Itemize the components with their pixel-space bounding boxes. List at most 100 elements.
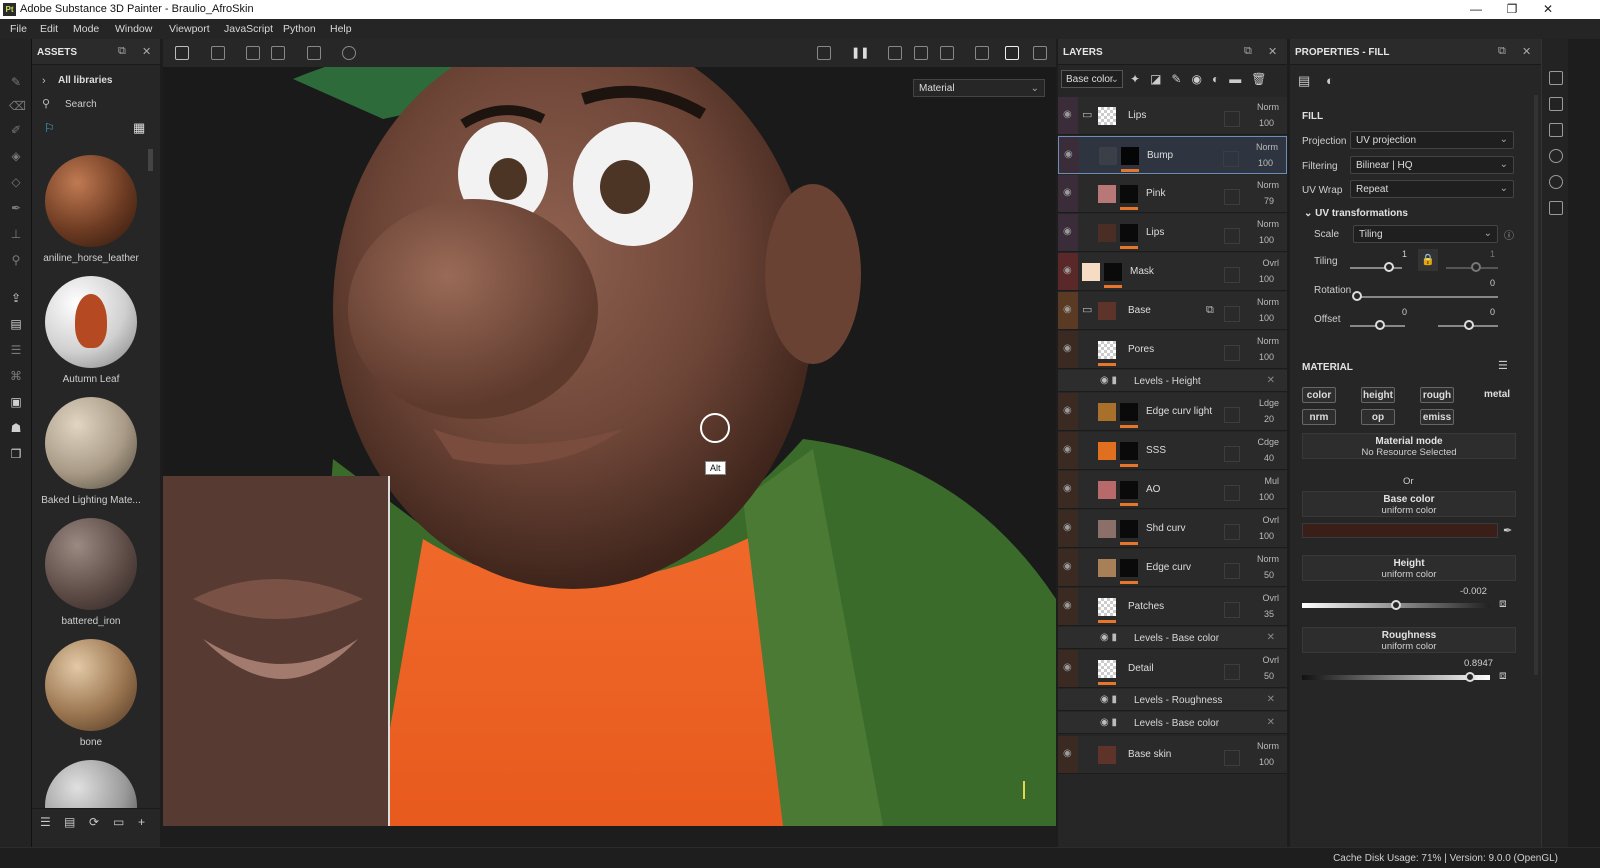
layer-opacity[interactable]: 100 [1259,118,1274,128]
channel-height-toggle[interactable]: height [1361,387,1395,403]
layer-opacity[interactable]: 100 [1258,158,1273,168]
roughness-card[interactable]: Roughness uniform color [1302,627,1516,653]
asset-item[interactable]: battered_iron [40,518,142,627]
grid-view-icon[interactable]: ▦ [133,120,145,136]
layer-mask-slot[interactable] [1224,485,1240,501]
undock-icon[interactable]: ⧉ [1498,45,1506,58]
export-icon[interactable]: ⇪ [9,291,23,305]
sort-icon[interactable]: ▤ [64,815,75,829]
layer-row[interactable]: ◉ Shd curv Ovrl 100 [1058,510,1287,548]
clone-icon[interactable]: ✒ [9,201,23,215]
blend-mode[interactable]: Ovrl [1263,655,1280,665]
eye-icon[interactable]: ◉ [1063,662,1072,673]
filter-icon[interactable]: ⚐ [44,121,55,135]
channel-select[interactable]: Base color ⌄ [1061,70,1123,88]
remove-effect-icon[interactable]: ✕ [1267,632,1275,643]
effect-row[interactable]: ◉ ▮ Levels - Height ✕ [1058,370,1287,392]
slider-knob[interactable] [1375,320,1385,330]
layer-row-selected[interactable]: ◉ Bump Norm 100 [1058,136,1287,174]
layer-mask-slot[interactable] [1224,563,1240,579]
blend-mode[interactable]: Norm [1257,297,1279,307]
tile-icon[interactable] [211,46,225,60]
asset-item[interactable]: aniline_horse_leather [40,155,142,264]
eraser-icon[interactable]: ⌫ [9,99,26,113]
fill-tab-icon[interactable]: ▤ [1298,73,1310,89]
grid-select-icon[interactable] [175,46,189,60]
rotation-slider[interactable] [1354,296,1498,298]
lock-icon[interactable]: ⌘ [9,369,23,383]
log-icon[interactable] [1549,201,1563,215]
chevron-right-icon[interactable]: › [42,75,46,87]
channel-nrm-toggle[interactable]: nrm [1302,409,1336,425]
layer-mask-slot[interactable] [1224,111,1240,127]
eye-icon[interactable]: ◉ [1063,748,1072,759]
menu-mode[interactable]: Mode [73,23,99,35]
menu-python[interactable]: Python [283,23,316,35]
smart-mask-icon[interactable]: ◐ [1212,72,1229,86]
eye-icon[interactable]: ◉ [1063,522,1072,533]
blend-mode[interactable]: Norm [1257,219,1279,229]
layer-opacity[interactable]: 100 [1259,492,1274,502]
blend-mode[interactable]: Norm [1257,102,1279,112]
close-panel-icon[interactable]: ✕ [1268,45,1277,58]
scrollbar[interactable] [1534,95,1538,675]
paint-layer-icon[interactable]: ✎ [1171,72,1191,86]
height-card[interactable]: Height uniform color [1302,555,1516,581]
layer-row[interactable]: ◉ Pink Norm 79 [1058,175,1287,213]
lock-icon[interactable]: 🔒 [1418,249,1438,271]
material-tab-icon[interactable]: ◐ [1326,73,1334,88]
material-mode-card[interactable]: Material mode No Resource Selected [1302,433,1516,459]
layer-mask-slot[interactable] [1224,664,1240,680]
folder-icon[interactable]: ▬ [1229,72,1251,86]
viewport[interactable]: Material ⌄ Alt [163,39,1056,826]
layer-row[interactable]: ◉ ▭ Lips Norm 100 [1058,97,1287,135]
instance-icon[interactable]: ⧉ [1206,304,1214,317]
projection-select[interactable]: UV projection ⌄ [1350,131,1514,149]
channel-metal-toggle[interactable]: metal [1479,387,1515,403]
texture-slot-icon[interactable]: ⧈ [1499,668,1507,683]
layer-row[interactable]: ◉ AO Mul 100 [1058,471,1287,509]
slider-knob[interactable] [1391,600,1401,610]
uvwrap-select[interactable]: Repeat ⌄ [1350,180,1514,198]
delete-icon[interactable]: 🗑 [1251,72,1276,86]
layer-row[interactable]: ◉ ▭ Base ⧉ Norm 100 [1058,292,1287,330]
add-icon[interactable]: + [138,815,145,829]
menu-window[interactable]: Window [115,23,152,35]
history-icon[interactable] [342,46,356,60]
eye-icon[interactable]: ◉ [1063,187,1072,198]
eye-icon[interactable]: ◉ [1063,405,1072,416]
layer-mask-slot[interactable] [1224,306,1240,322]
texture-set-settings-icon[interactable] [1549,97,1563,111]
blend-mode[interactable]: Norm [1256,142,1278,152]
tiling-slider-u[interactable] [1350,267,1402,269]
menu-edit[interactable]: Edit [40,23,58,35]
channel-rough-toggle[interactable]: rough [1420,387,1454,403]
remove-effect-icon[interactable]: ✕ [1267,375,1275,386]
history-icon[interactable] [1549,175,1563,189]
shader-icon[interactable] [1549,149,1563,163]
list-settings-icon[interactable]: ☰ [40,815,51,829]
search-input[interactable]: Search [65,99,97,110]
camera-icon[interactable] [940,46,954,60]
layer-row[interactable]: ◉ Lips Norm 100 [1058,214,1287,252]
layer-opacity[interactable]: 40 [1264,453,1274,463]
view-2d-icon[interactable] [888,46,902,60]
screenshot-icon[interactable] [1033,46,1047,60]
effect-row[interactable]: ◉ ▮ Levels - Base color ✕ [1058,712,1287,734]
eye-icon[interactable]: ◉ [1063,561,1072,572]
layer-mask-slot[interactable] [1224,750,1240,766]
mirror-y-icon[interactable] [271,46,285,60]
base-color-swatch[interactable] [1302,523,1498,538]
channel-emiss-toggle[interactable]: emiss [1420,409,1454,425]
asset-item[interactable]: Baked Lighting Mate... [40,397,142,506]
effect-row[interactable]: ◉ ▮ Levels - Roughness ✕ [1058,689,1287,711]
view-3d-icon[interactable] [914,46,928,60]
paint-brush-icon[interactable]: ✎ [9,75,23,89]
slider-knob[interactable] [1384,262,1394,272]
polygon-fill-icon[interactable]: ◈ [9,149,23,163]
layer-mask-slot[interactable] [1224,446,1240,462]
blend-mode[interactable]: Cdge [1257,437,1279,447]
slider-knob[interactable] [1464,320,1474,330]
eye-icon[interactable]: ◉ [1064,149,1073,160]
layer-mask-slot[interactable] [1224,345,1240,361]
